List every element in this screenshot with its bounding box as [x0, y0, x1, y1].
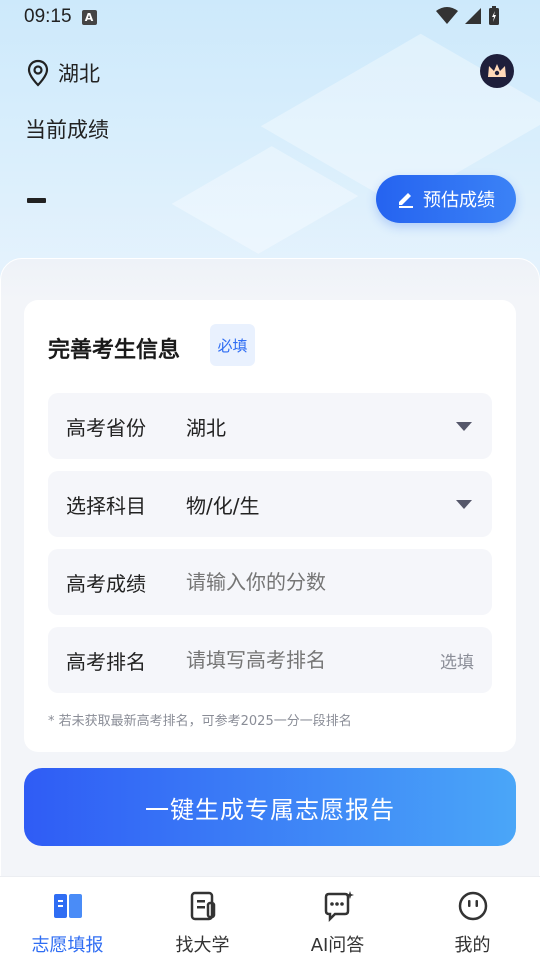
province-field[interactable]: 高考省份 湖北	[48, 393, 492, 459]
optional-hint: 选填	[440, 652, 474, 673]
dropdown-caret-icon	[456, 499, 472, 509]
hero-background	[0, 0, 540, 300]
document-icon	[190, 891, 215, 921]
chat-ai-icon	[324, 891, 354, 923]
bottom-tabbar: 志愿填报 找大学 AI问答 我的	[0, 876, 540, 960]
tab-ai-qa[interactable]: AI问答	[270, 877, 405, 960]
province-label: 高考省份	[66, 415, 146, 440]
pencil-icon	[399, 193, 413, 208]
notification-a-icon: A	[81, 9, 97, 25]
crown-icon	[488, 64, 506, 77]
rank-label: 高考排名	[66, 649, 146, 674]
tab-find-university[interactable]: 找大学	[135, 877, 270, 960]
smiley-icon	[458, 891, 487, 921]
subject-field[interactable]: 选择科目 物/化/生	[48, 471, 492, 537]
rank-note: * 若未获取最新高考排名，可参考2025一分一段排名	[48, 714, 352, 729]
subject-label: 选择科目	[66, 493, 146, 518]
book-icon	[53, 894, 82, 918]
required-tag: 必填	[210, 324, 255, 366]
location-pin-icon	[27, 59, 49, 87]
tab-mine[interactable]: 我的	[405, 877, 540, 960]
current-score-title: 当前成绩	[25, 118, 109, 142]
location-name: 湖北	[58, 62, 100, 86]
score-field: 高考成绩	[48, 549, 492, 615]
score-input[interactable]	[186, 570, 474, 594]
signal-icon	[465, 8, 481, 24]
tab-volunteer[interactable]: 志愿填报	[0, 877, 135, 960]
card-title: 完善考生信息	[48, 338, 181, 363]
rank-input[interactable]	[186, 648, 440, 672]
generate-report-button[interactable]: 一键生成专属志愿报告	[24, 768, 516, 846]
status-time: 09:15	[24, 6, 72, 27]
subject-value: 物/化/生	[186, 493, 260, 518]
score-label: 高考成绩	[66, 571, 146, 596]
vip-crown-button[interactable]	[480, 54, 514, 88]
current-score-value	[27, 198, 46, 203]
tab-label: 我的	[454, 935, 491, 956]
estimate-score-label: 预估成绩	[423, 190, 495, 211]
tab-label: AI问答	[310, 935, 365, 956]
student-info-card: 完善考生信息 必填 高考省份 湖北 选择科目 物/化/生 高考成绩 高考排名 选…	[24, 300, 516, 752]
tab-label: 志愿填报	[31, 935, 104, 956]
estimate-score-button[interactable]: 预估成绩	[376, 175, 516, 223]
status-bar: 09:15 A	[0, 0, 540, 34]
wifi-icon	[436, 7, 458, 24]
location-selector[interactable]: 湖北	[26, 58, 100, 88]
tab-label: 找大学	[175, 935, 230, 956]
dropdown-caret-icon	[456, 421, 472, 431]
province-value: 湖北	[186, 415, 226, 440]
rank-field: 高考排名 选填	[48, 627, 492, 693]
battery-icon	[489, 6, 499, 25]
